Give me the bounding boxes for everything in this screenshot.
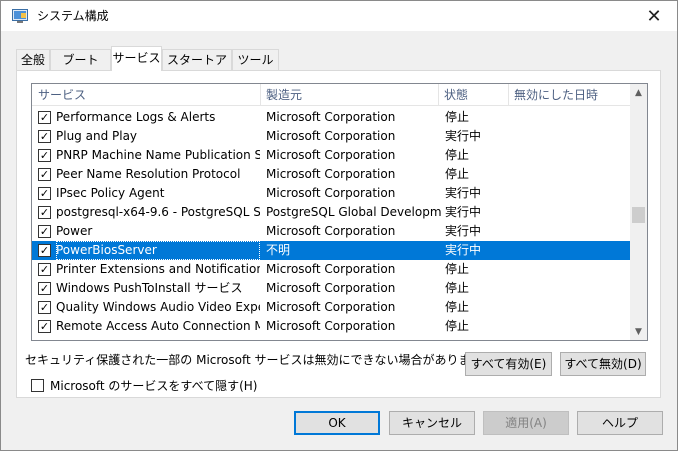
tab-startup[interactable]: スタートアップ xyxy=(162,49,232,87)
msconfig-window: システム構成 ✕ 全般 ブート サービス スタートアップ ツール サービス 製造… xyxy=(0,0,678,451)
services-panel: サービス 製造元 状態 無効にした日時 ✓ Performance Logs & … xyxy=(16,70,661,398)
vertical-scrollbar[interactable]: ▲ ▼ xyxy=(630,84,647,340)
service-row[interactable]: ✓ PowerBiosServer 不明 実行中 xyxy=(32,241,631,260)
service-status: 停止 xyxy=(445,319,470,333)
title-bar: システム構成 ✕ xyxy=(1,1,677,31)
service-name: Windows PushToInstall サービス xyxy=(56,281,243,295)
service-manufacturer: Microsoft Corporation xyxy=(266,129,396,143)
service-name: PNRP Machine Name Publication Se... xyxy=(56,148,260,162)
column-header-status[interactable]: 状態 xyxy=(438,84,508,106)
service-status: 実行中 xyxy=(445,186,482,200)
service-checkbox[interactable]: ✓ xyxy=(38,149,51,162)
service-status: 実行中 xyxy=(445,129,482,143)
service-row[interactable]: ✓ Performance Logs & Alerts Microsoft Corp… xyxy=(32,108,631,127)
apply-button[interactable]: 適用(A) xyxy=(483,411,569,435)
service-name: Quality Windows Audio Video Experi... xyxy=(56,300,260,314)
service-checkbox[interactable]: ✓ xyxy=(38,282,51,295)
service-row[interactable]: ✓ Windows PushToInstall サービス Microsoft Cor… xyxy=(32,279,631,298)
service-manufacturer: Microsoft Corporation xyxy=(266,110,396,124)
service-name: Printer Extensions and Notifications xyxy=(56,262,260,276)
service-row[interactable]: ✓ Power Microsoft Corporation 実行中 xyxy=(32,222,631,241)
service-row[interactable]: ✓ Plug and Play Microsoft Corporation 実行中 xyxy=(32,127,631,146)
service-name: Power xyxy=(56,224,93,238)
system-configuration-icon xyxy=(12,9,28,23)
hide-microsoft-services-checkbox[interactable] xyxy=(31,379,44,392)
service-manufacturer: Microsoft Corporation xyxy=(266,262,396,276)
service-row[interactable]: ✓ PNRP Machine Name Publication Se... Micr… xyxy=(32,146,631,165)
service-name: postgresql-x64-9.6 - PostgreSQL Ser... xyxy=(56,205,260,219)
service-checkbox[interactable]: ✓ xyxy=(38,263,51,276)
service-name: Performance Logs & Alerts xyxy=(56,110,216,124)
service-name: IPsec Policy Agent xyxy=(56,186,165,200)
service-checkbox[interactable]: ✓ xyxy=(38,206,51,219)
service-status: 停止 xyxy=(445,300,470,314)
help-button[interactable]: ヘルプ xyxy=(577,411,663,435)
tab-boot[interactable]: ブート xyxy=(50,49,111,70)
chevron-up-icon: ▲ xyxy=(635,87,642,98)
cancel-button[interactable]: キャンセル xyxy=(389,411,475,435)
service-manufacturer: Microsoft Corporation xyxy=(266,167,396,181)
services-list[interactable]: サービス 製造元 状態 無効にした日時 ✓ Performance Logs & … xyxy=(31,83,648,341)
service-manufacturer: Microsoft Corporation xyxy=(266,319,396,333)
hide-microsoft-services-label: Microsoft のサービスをすべて隠す(H) xyxy=(50,379,258,393)
service-row[interactable]: ✓ Peer Name Resolution Protocol Microsoft … xyxy=(32,165,631,184)
service-row[interactable]: ✓ postgresql-x64-9.6 - PostgreSQL Ser... P… xyxy=(32,203,631,222)
service-manufacturer: Microsoft Corporation xyxy=(266,300,396,314)
service-row[interactable]: ✓ Quality Windows Audio Video Experi... Mi… xyxy=(32,298,631,317)
service-status: 停止 xyxy=(445,262,470,276)
service-status: 停止 xyxy=(445,110,470,124)
service-name: Peer Name Resolution Protocol xyxy=(56,167,241,181)
service-checkbox[interactable]: ✓ xyxy=(38,320,51,333)
service-manufacturer: Microsoft Corporation xyxy=(266,186,396,200)
window-title: システム構成 xyxy=(37,9,109,23)
service-status: 実行中 xyxy=(445,224,482,238)
tab-tools[interactable]: ツール xyxy=(232,49,279,70)
service-checkbox[interactable]: ✓ xyxy=(38,130,51,143)
service-row[interactable]: ✓ Printer Extensions and Notifications Mic… xyxy=(32,260,631,279)
close-icon: ✕ xyxy=(646,5,662,27)
service-row[interactable]: ✓ Remote Access Auto Connection Ma... Micr… xyxy=(32,317,631,336)
tab-general[interactable]: 全般 xyxy=(16,49,50,70)
service-status: 停止 xyxy=(445,281,470,295)
service-manufacturer: Microsoft Corporation xyxy=(266,281,396,295)
service-checkbox[interactable]: ✓ xyxy=(38,225,51,238)
service-name: Plug and Play xyxy=(56,129,138,143)
service-manufacturer: Microsoft Corporation xyxy=(266,224,396,238)
service-status: 実行中 xyxy=(445,205,482,219)
scroll-up-button[interactable]: ▲ xyxy=(630,84,647,101)
service-checkbox[interactable]: ✓ xyxy=(38,111,51,124)
column-header-service[interactable]: サービス xyxy=(32,84,260,106)
ok-button[interactable]: OK xyxy=(294,411,380,435)
enable-all-button[interactable]: すべて有効(E) xyxy=(465,352,552,376)
service-manufacturer: PostgreSQL Global Developm... xyxy=(266,205,442,219)
tab-services[interactable]: サービス xyxy=(111,46,162,71)
service-name: Remote Access Auto Connection Ma... xyxy=(56,319,260,333)
column-header-disabled-date[interactable]: 無効にした日時 xyxy=(508,84,631,106)
close-button[interactable]: ✕ xyxy=(631,1,677,31)
column-header-manufacturer[interactable]: 製造元 xyxy=(260,84,438,106)
service-manufacturer: Microsoft Corporation xyxy=(266,148,396,162)
service-status: 停止 xyxy=(445,167,470,181)
service-row[interactable]: ✓ IPsec Policy Agent Microsoft Corporation… xyxy=(32,184,631,203)
disable-all-button[interactable]: すべて無効(D) xyxy=(560,352,646,376)
service-checkbox[interactable]: ✓ xyxy=(38,244,51,257)
service-manufacturer: 不明 xyxy=(266,243,291,257)
hide-microsoft-services-option[interactable]: Microsoft のサービスをすべて隠す(H) xyxy=(31,377,258,394)
security-note: セキュリティ保護された一部の Microsoft サービスは無効にできない場合が… xyxy=(25,353,494,367)
service-status: 実行中 xyxy=(445,243,482,257)
service-status: 停止 xyxy=(445,148,470,162)
service-checkbox[interactable]: ✓ xyxy=(38,168,51,181)
scroll-down-button[interactable]: ▼ xyxy=(630,323,647,340)
service-checkbox[interactable]: ✓ xyxy=(38,301,51,314)
service-checkbox[interactable]: ✓ xyxy=(38,187,51,200)
chevron-down-icon: ▼ xyxy=(635,326,642,337)
list-header: サービス 製造元 状態 無効にした日時 xyxy=(32,84,631,106)
scroll-thumb[interactable] xyxy=(632,207,645,223)
service-name: PowerBiosServer xyxy=(56,241,260,260)
